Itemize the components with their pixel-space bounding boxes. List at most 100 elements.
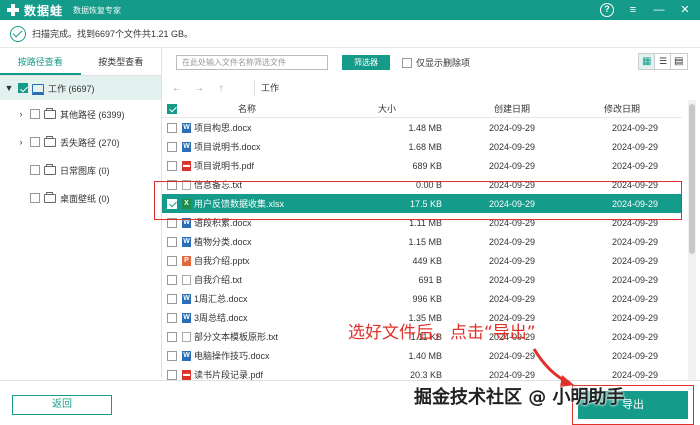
row-checkbox[interactable]: [167, 331, 177, 342]
column-header-created[interactable]: 创建日期: [462, 102, 562, 115]
collapse-arrow-icon[interactable]: ▼: [4, 83, 14, 93]
tab-by-type[interactable]: 按类型查看: [81, 48, 162, 75]
file-size: 996 KB: [412, 293, 442, 304]
file-name: 电脑操作技巧.docx: [194, 351, 270, 361]
file-size: 1.48 MB: [408, 122, 442, 133]
row-checkbox[interactable]: [167, 274, 177, 285]
row-checkbox-cell: [162, 369, 182, 380]
file-created-date: 2024-09-29: [488, 122, 536, 133]
row-checkbox-cell: [162, 350, 182, 361]
expand-arrow-icon[interactable]: ›: [16, 109, 26, 119]
file-name: 自我介绍.pptx: [194, 256, 250, 266]
up-arrow-icon[interactable]: ↑: [214, 83, 228, 94]
close-icon[interactable]: ✕: [678, 3, 692, 17]
column-header-size[interactable]: 大小: [312, 102, 462, 115]
txt-file-icon: [182, 274, 191, 285]
file-size: 449 KB: [412, 255, 442, 266]
tree-item-checkbox[interactable]: [30, 165, 40, 175]
only-deleted-checkbox[interactable]: [402, 57, 412, 68]
list-view-icon[interactable]: [655, 54, 671, 69]
table-row[interactable]: ▬ 项目说明书.pdf 689 KB 2024-09-29 2024-09-29: [162, 156, 682, 175]
row-checkbox[interactable]: [167, 293, 177, 304]
pdf-file-icon: ▬: [182, 369, 191, 380]
table-row[interactable]: W 植物分类.docx 1.15 MB 2024-09-29 2024-09-29: [162, 232, 682, 251]
menu-icon[interactable]: ≡: [626, 3, 640, 17]
row-checkbox[interactable]: [167, 122, 177, 133]
sidebar: 按路径查看 按类型查看 ▼ 工作 (6697) › 其他路径 (6399) › …: [0, 48, 162, 378]
title-bar: 数据蛙 数据恢复专家 ? ≡ — ✕: [0, 0, 700, 20]
file-modified-date: 2024-09-29: [611, 293, 658, 304]
file-created-date: 2024-09-29: [488, 255, 536, 266]
tree-item-daily-gallery[interactable]: 日常图库 (0): [0, 156, 161, 184]
detail-view-icon[interactable]: [671, 54, 687, 69]
tree-root-work[interactable]: ▼ 工作 (6697): [0, 76, 161, 100]
filter-button[interactable]: 筛选器: [342, 55, 390, 70]
instruction-annotation: 选好文件后，点击“导出”: [348, 323, 536, 343]
table-row[interactable]: W 电脑操作技巧.docx 1.40 MB 2024-09-29 2024-09-29: [162, 346, 682, 365]
row-checkbox[interactable]: [167, 312, 177, 323]
table-row[interactable]: ▬ 读书片段记录.pdf 20.3 KB 2024-09-29 2024-09-29: [162, 365, 682, 380]
file-name: 项目构思.docx: [194, 123, 252, 133]
tree-item-checkbox[interactable]: [30, 137, 40, 147]
file-name-cell: ▬ 读书片段记录.pdf: [182, 368, 312, 380]
tree-item-checkbox[interactable]: [30, 193, 40, 203]
app-subtitle: 数据恢复专家: [73, 5, 122, 15]
row-checkbox[interactable]: [167, 236, 177, 247]
file-modified-date: 2024-09-29: [611, 274, 658, 285]
back-button[interactable]: 返回: [12, 395, 112, 415]
select-all-checkbox[interactable]: [167, 103, 177, 114]
row-checkbox[interactable]: [167, 160, 177, 171]
tree-item-desktop-wallpaper[interactable]: 桌面壁纸 (0): [0, 184, 161, 212]
file-modified-date: 2024-09-29: [611, 331, 658, 342]
row-checkbox-cell: [162, 141, 182, 152]
only-deleted-toggle[interactable]: 仅显示删除项: [402, 56, 470, 69]
tree-item-checkbox[interactable]: [30, 109, 40, 119]
file-name: 读书片段记录.pdf: [194, 370, 264, 380]
table-row[interactable]: 自我介绍.txt 691 B 2024-09-29 2024-09-29: [162, 270, 682, 289]
root-checkbox[interactable]: [18, 83, 28, 93]
expand-arrow-icon[interactable]: ›: [16, 137, 26, 147]
scan-status-text: 扫描完成。找到6697个文件共1.21 GB。: [32, 29, 194, 39]
search-input[interactable]: 在此处输入文件名称筛选文件: [176, 55, 328, 70]
app-name: 数据蛙: [24, 3, 64, 18]
file-modified-date: 2024-09-29: [611, 369, 658, 380]
folder-icon: [44, 191, 56, 203]
current-path[interactable]: 工作: [254, 80, 694, 96]
grid-view-icon[interactable]: [639, 54, 655, 69]
tree-item-other-paths[interactable]: › 其他路径 (6399): [0, 100, 161, 128]
scrollbar-thumb[interactable]: [689, 104, 695, 254]
file-name-cell: W 3周总结.docx: [182, 311, 312, 324]
tree-item-label: 日常图库 (0): [60, 165, 110, 176]
minimize-icon[interactable]: —: [652, 3, 666, 17]
row-checkbox-cell: [162, 255, 182, 266]
file-name: 自我介绍.txt: [194, 275, 243, 285]
only-deleted-label: 仅显示删除项: [416, 58, 471, 68]
docx-file-icon: W: [182, 293, 191, 304]
table-row[interactable]: W 项目说明书.docx 1.68 MB 2024-09-29 2024-09-29: [162, 137, 682, 156]
file-size: 1.68 MB: [408, 141, 442, 152]
view-mode-tabs: 按路径查看 按类型查看: [0, 48, 161, 76]
table-row[interactable]: W 项目构思.docx 1.48 MB 2024-09-29 2024-09-29: [162, 118, 682, 137]
file-name-cell: W 电脑操作技巧.docx: [182, 349, 312, 362]
row-checkbox[interactable]: [167, 369, 177, 380]
back-arrow-icon[interactable]: ←: [170, 83, 184, 94]
column-header-modified[interactable]: 修改日期: [562, 102, 682, 115]
help-icon[interactable]: ?: [600, 3, 614, 17]
file-name-cell: W 项目构思.docx: [182, 121, 312, 134]
forward-arrow-icon[interactable]: →: [192, 83, 206, 94]
pptx-file-icon: P: [182, 255, 191, 266]
row-checkbox-cell: [162, 236, 182, 247]
tab-by-path[interactable]: 按路径查看: [0, 48, 81, 75]
row-checkbox[interactable]: [167, 141, 177, 152]
column-header-name[interactable]: 名称: [182, 102, 312, 115]
tree-item-lost-paths[interactable]: › 丢失路径 (270): [0, 128, 161, 156]
row-checkbox[interactable]: [167, 255, 177, 266]
row-checkbox[interactable]: [167, 350, 177, 361]
file-name: 3周总结.docx: [194, 313, 248, 323]
table-row[interactable]: W 1周汇总.docx 996 KB 2024-09-29 2024-09-29: [162, 289, 682, 308]
file-size: 691 B: [418, 274, 442, 285]
table-row[interactable]: P 自我介绍.pptx 449 KB 2024-09-29 2024-09-29: [162, 251, 682, 270]
file-size: 20.3 KB: [409, 369, 442, 380]
drive-icon: [32, 83, 44, 95]
docx-file-icon: W: [182, 122, 191, 133]
